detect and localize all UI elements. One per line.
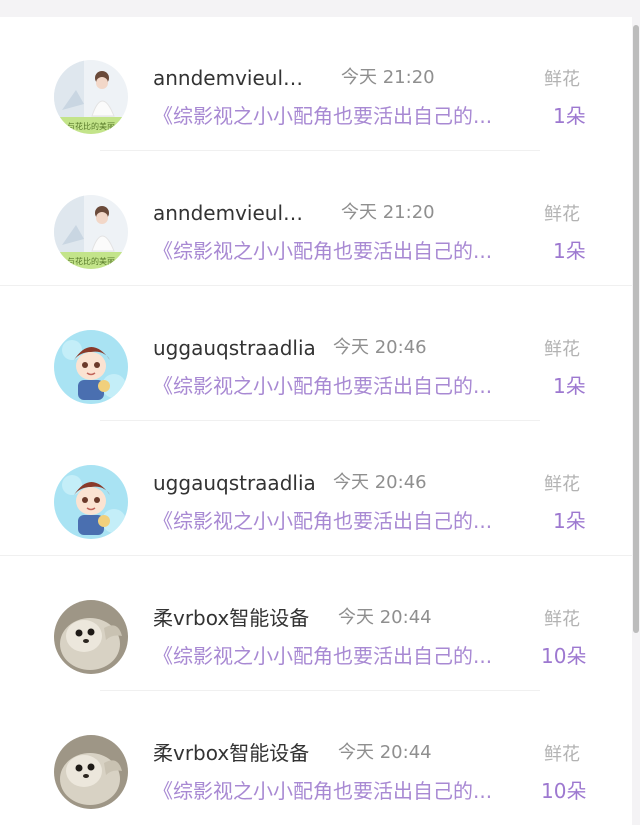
- gift-type-label: 鲜花: [544, 474, 580, 495]
- list-item[interactable]: 与花比的美丽 anndemvieule... 今天 21:20 鲜花 《综影视之…: [0, 17, 632, 152]
- list-item[interactable]: uggauqstraadlia 今天 20:46 鲜花 《综影视之小小配角也要活…: [0, 422, 632, 557]
- girl-avatar-icon: 与花比的美丽: [54, 195, 128, 269]
- timestamp: 今天 20:44: [338, 607, 432, 628]
- divider: [0, 285, 632, 286]
- cartoon-boy-avatar-icon: [54, 465, 128, 539]
- gift-type-label: 鲜花: [544, 204, 580, 225]
- scrollbar[interactable]: [632, 17, 640, 825]
- gift-count: 1朵: [553, 239, 586, 263]
- timestamp: 今天 20:46: [333, 472, 427, 493]
- gift-type-label: 鲜花: [544, 744, 580, 765]
- gift-type-label: 鲜花: [544, 69, 580, 90]
- gift-type-label: 鲜花: [544, 609, 580, 630]
- list-item[interactable]: 柔vrbox智能设备 今天 20:44 鲜花 《综影视之小小配角也要活出自己的.…: [0, 557, 632, 692]
- avatar[interactable]: [54, 465, 128, 539]
- avatar[interactable]: [54, 735, 128, 809]
- sender-name: anndemvieule...: [153, 201, 313, 225]
- gift-count: 1朵: [553, 104, 586, 128]
- book-title-link[interactable]: 《综影视之小小配角也要活出自己的...: [153, 507, 529, 535]
- svg-text:与花比的美丽: 与花比的美丽: [67, 256, 115, 266]
- list-item[interactable]: 柔vrbox智能设备 今天 20:44 鲜花 《综影视之小小配角也要活出自己的.…: [0, 692, 632, 825]
- divider: [100, 690, 540, 691]
- timestamp: 今天 21:20: [341, 67, 435, 88]
- timestamp: 今天 20:46: [333, 337, 427, 358]
- sender-name: uggauqstraadlia: [153, 471, 316, 495]
- list-item[interactable]: uggauqstraadlia 今天 20:46 鲜花 《综影视之小小配角也要活…: [0, 287, 632, 422]
- book-title-link[interactable]: 《综影视之小小配角也要活出自己的...: [153, 102, 529, 130]
- book-title-link[interactable]: 《综影视之小小配角也要活出自己的...: [153, 372, 529, 400]
- book-title-link[interactable]: 《综影视之小小配角也要活出自己的...: [153, 642, 529, 670]
- scrollbar-thumb[interactable]: [633, 25, 639, 633]
- sender-name: anndemvieule...: [153, 66, 313, 90]
- book-title-link[interactable]: 《综影视之小小配角也要活出自己的...: [153, 777, 529, 805]
- divider: [0, 555, 632, 556]
- divider: [100, 420, 540, 421]
- girl-avatar-icon: 与花比的美丽: [54, 60, 128, 134]
- divider: [100, 150, 540, 151]
- gift-count: 1朵: [553, 374, 586, 398]
- gift-count: 10朵: [541, 644, 587, 668]
- timestamp: 今天 20:44: [338, 742, 432, 763]
- gift-record-list: 与花比的美丽 anndemvieule... 今天 21:20 鲜花 《综影视之…: [0, 17, 632, 825]
- avatar[interactable]: 与花比的美丽: [54, 195, 128, 269]
- svg-text:与花比的美丽: 与花比的美丽: [67, 121, 115, 131]
- gift-count: 10朵: [541, 779, 587, 803]
- sender-name: 柔vrbox智能设备: [153, 606, 310, 630]
- gift-count: 1朵: [553, 509, 586, 533]
- sender-name: uggauqstraadlia: [153, 336, 316, 360]
- top-bar: [0, 0, 640, 17]
- gift-type-label: 鲜花: [544, 339, 580, 360]
- cartoon-boy-avatar-icon: [54, 330, 128, 404]
- avatar[interactable]: [54, 330, 128, 404]
- list-item[interactable]: 与花比的美丽 anndemvieule... 今天 21:20 鲜花 《综影视之…: [0, 152, 632, 287]
- book-title-link[interactable]: 《综影视之小小配角也要活出自己的...: [153, 237, 529, 265]
- avatar[interactable]: 与花比的美丽: [54, 60, 128, 134]
- timestamp: 今天 21:20: [341, 202, 435, 223]
- seal-avatar-icon: [54, 600, 128, 674]
- sender-name: 柔vrbox智能设备: [153, 741, 310, 765]
- avatar[interactable]: [54, 600, 128, 674]
- seal-avatar-icon: [54, 735, 128, 809]
